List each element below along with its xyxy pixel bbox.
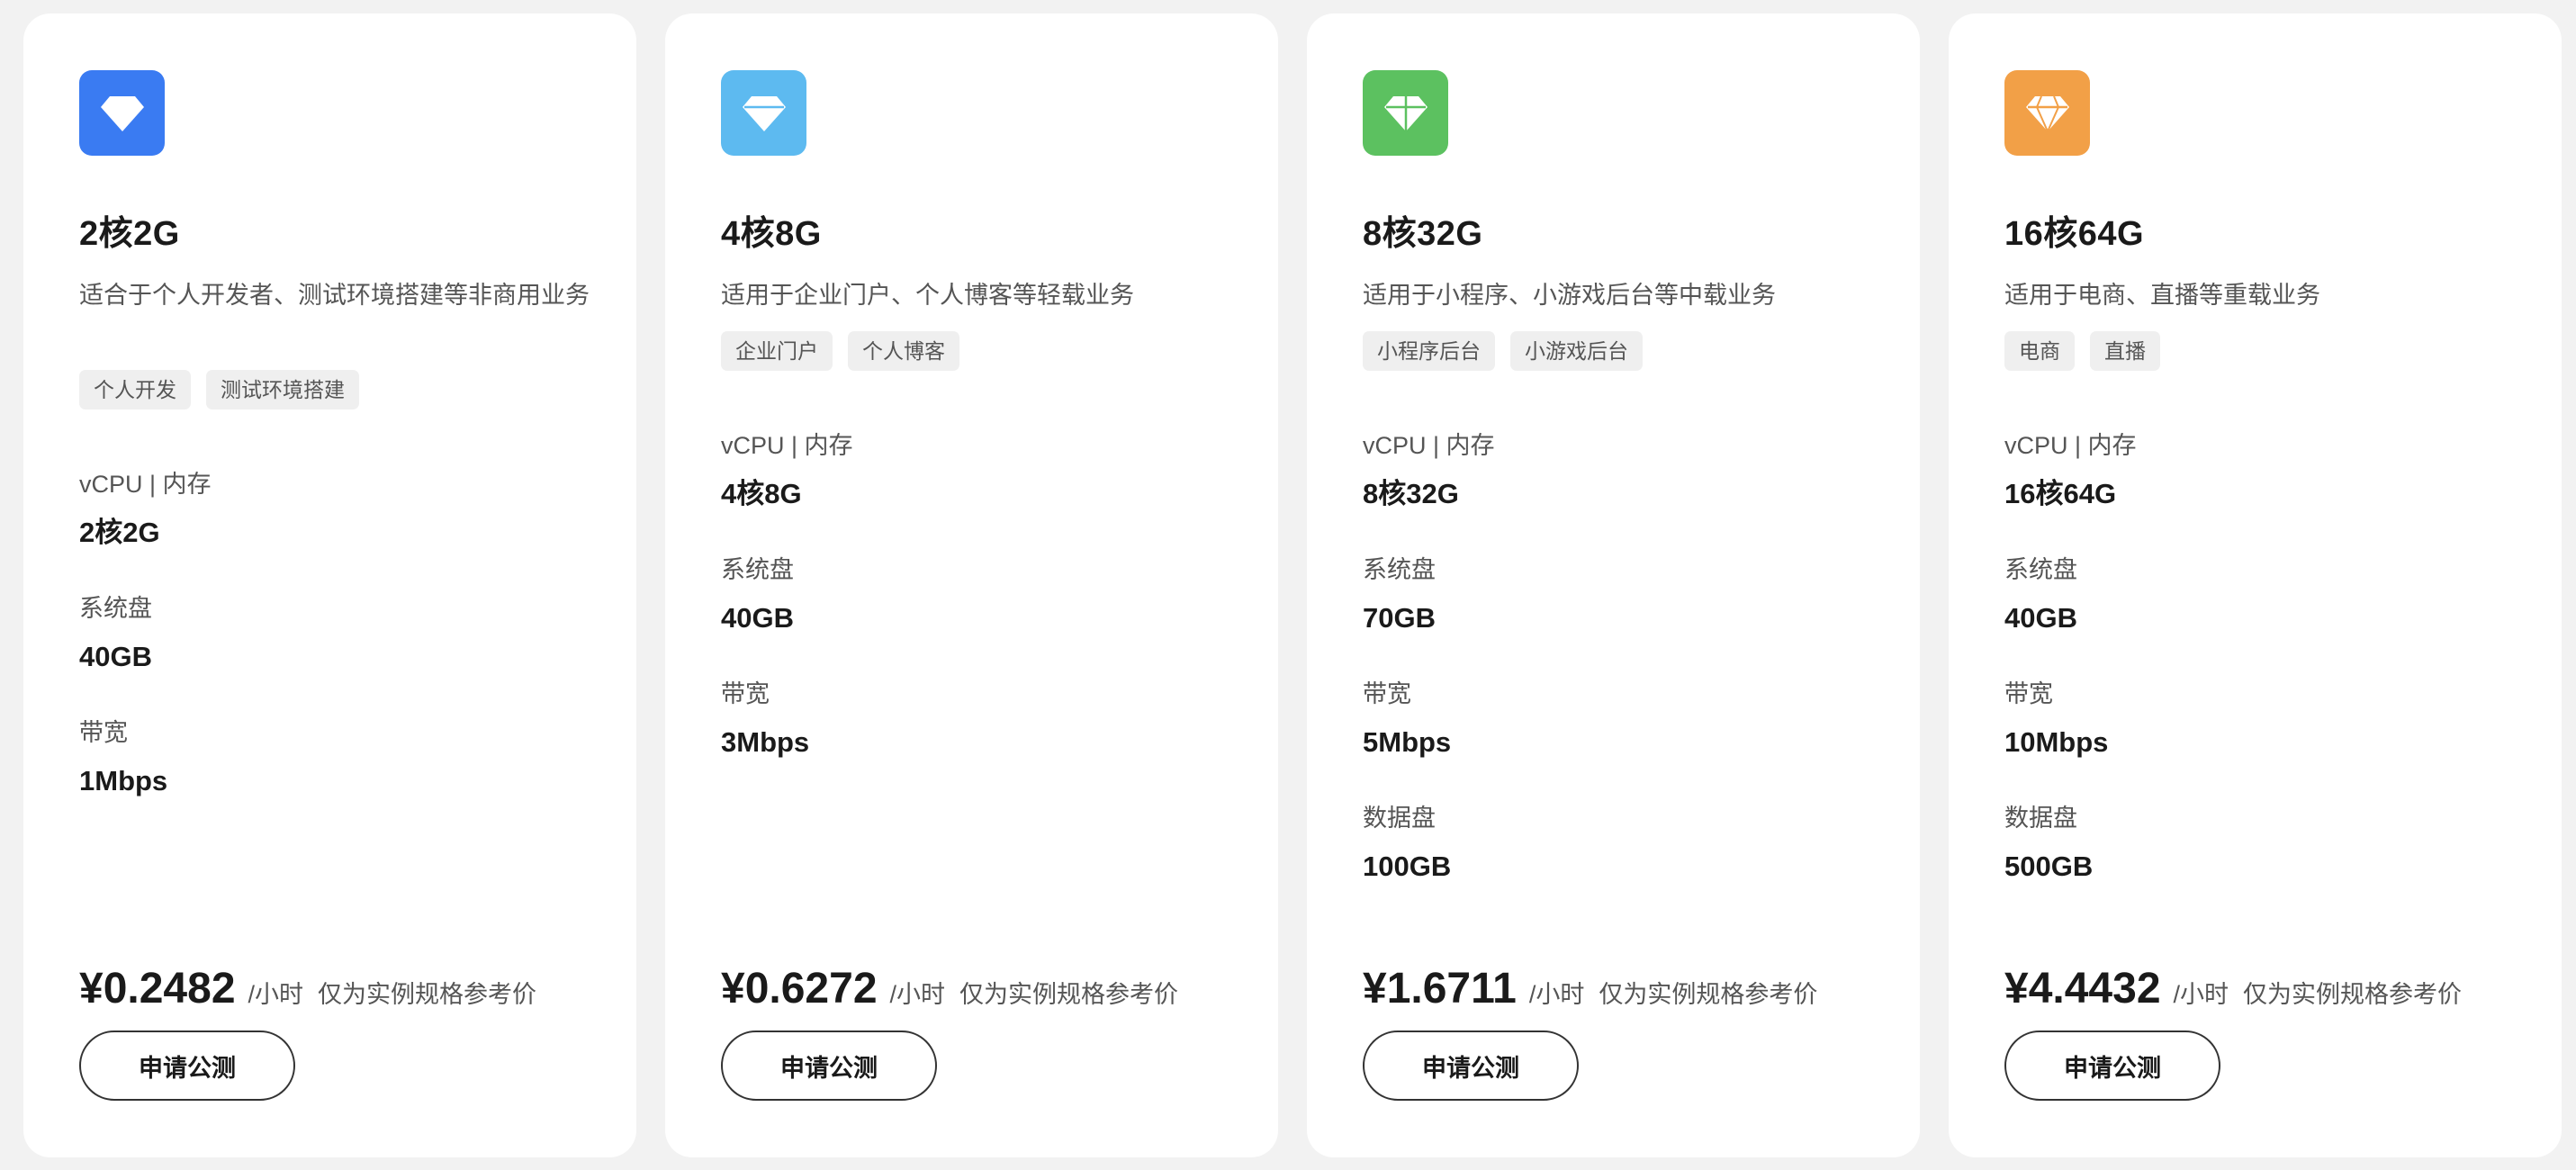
diamond-icon xyxy=(79,70,165,156)
plan-specs: vCPU | 内存 4核8G 系统盘 40GB 带宽 3Mbps xyxy=(721,428,1225,801)
spec-system-disk: 系统盘 40GB xyxy=(721,553,1225,677)
plan-description: 适合于个人开发者、测试环境搭建等非商用业务 xyxy=(79,282,590,309)
spec-vcpu-memory: vCPU | 内存 8核32G xyxy=(1363,428,1867,553)
price: ¥1.6711 xyxy=(1363,965,1517,1012)
price-note: 仅为实例规格参考价 xyxy=(2243,981,2463,1008)
plan-description: 适用于小程序、小游戏后台等中载业务 xyxy=(1363,282,1776,309)
spec-bandwidth: 带宽 3Mbps xyxy=(721,677,1225,801)
spec-label: 系统盘 xyxy=(2004,556,2077,583)
spec-data-disk: 数据盘 500GB xyxy=(2004,801,2508,925)
spec-value: 16核64G xyxy=(2004,478,2117,509)
spec-value: 70GB xyxy=(1363,602,1436,634)
spec-value: 40GB xyxy=(79,641,152,672)
diamond-icon-glyph xyxy=(1383,95,1428,131)
price-unit: /小时 xyxy=(889,981,946,1008)
price-row: ¥4.4432 /小时 仅为实例规格参考价 xyxy=(2004,962,2462,1016)
price-unit: /小时 xyxy=(2173,981,2229,1008)
apply-beta-button[interactable]: 申请公测 xyxy=(721,1030,937,1101)
diamond-icon-glyph xyxy=(100,95,144,131)
price-unit: /小时 xyxy=(248,981,304,1008)
price-note: 仅为实例规格参考价 xyxy=(1599,981,1818,1008)
spec-system-disk: 系统盘 40GB xyxy=(79,591,583,716)
spec-value: 3Mbps xyxy=(721,726,810,758)
plan-specs: vCPU | 内存 16核64G 系统盘 40GB 带宽 10Mbps 数据盘 … xyxy=(2004,428,2508,925)
plan-cards: 2核2G 适合于个人开发者、测试环境搭建等非商用业务 个人开发 测试环境搭建 v… xyxy=(0,0,2576,1170)
plan-tags: 个人开发 测试环境搭建 xyxy=(79,370,359,410)
price-unit: /小时 xyxy=(1528,981,1585,1008)
diamond-icon xyxy=(1363,70,1448,156)
price-row: ¥1.6711 /小时 仅为实例规格参考价 xyxy=(1363,962,1817,1016)
plan-name: 8核32G xyxy=(1363,215,1483,253)
spec-label: 数据盘 xyxy=(1363,805,1436,832)
spec-value: 8核32G xyxy=(1363,478,1459,509)
spec-value: 10Mbps xyxy=(2004,726,2109,758)
spec-value: 40GB xyxy=(721,602,794,634)
plan-tags: 企业门户 个人博客 xyxy=(721,331,959,371)
apply-beta-button[interactable]: 申请公测 xyxy=(1363,1030,1579,1101)
diamond-icon-glyph xyxy=(2025,95,2069,131)
tag: 小程序后台 xyxy=(1363,331,1495,371)
spec-label: vCPU | 内存 xyxy=(79,471,212,498)
spec-label: 系统盘 xyxy=(1363,556,1436,583)
spec-value: 1Mbps xyxy=(79,765,168,796)
plan-specs: vCPU | 内存 8核32G 系统盘 70GB 带宽 5Mbps 数据盘 10… xyxy=(1363,428,1867,925)
price-note: 仅为实例规格参考价 xyxy=(318,981,537,1008)
spec-data-disk: 数据盘 100GB xyxy=(1363,801,1867,925)
diamond-icon xyxy=(721,70,806,156)
spec-label: 数据盘 xyxy=(2004,805,2077,832)
spec-label: 系统盘 xyxy=(721,556,794,583)
spec-value: 100GB xyxy=(1363,850,1452,882)
spec-value: 4核8G xyxy=(721,478,802,509)
apply-beta-button[interactable]: 申请公测 xyxy=(79,1030,295,1101)
tag: 电商 xyxy=(2004,331,2075,371)
price: ¥4.4432 xyxy=(2004,965,2161,1012)
price: ¥0.6272 xyxy=(721,965,878,1012)
plan-name: 4核8G xyxy=(721,215,822,253)
spec-label: 系统盘 xyxy=(79,595,152,622)
tag: 企业门户 xyxy=(721,331,833,371)
tag: 测试环境搭建 xyxy=(206,370,359,410)
plan-specs: vCPU | 内存 2核2G 系统盘 40GB 带宽 1Mbps xyxy=(79,467,583,840)
plan-card-16c64g: 16核64G 适用于电商、直播等重载业务 电商 直播 vCPU | 内存 16核… xyxy=(1949,14,2562,1157)
spec-label: vCPU | 内存 xyxy=(2004,432,2137,459)
spec-label: vCPU | 内存 xyxy=(1363,432,1495,459)
spec-vcpu-memory: vCPU | 内存 2核2G xyxy=(79,467,583,591)
spec-system-disk: 系统盘 70GB xyxy=(1363,553,1867,677)
spec-vcpu-memory: vCPU | 内存 16核64G xyxy=(2004,428,2508,553)
plan-description: 适用于电商、直播等重载业务 xyxy=(2004,282,2320,309)
price: ¥0.2482 xyxy=(79,965,236,1012)
plan-tags: 小程序后台 小游戏后台 xyxy=(1363,331,1643,371)
diamond-icon xyxy=(2004,70,2090,156)
plan-tags: 电商 直播 xyxy=(2004,331,2160,371)
tag: 直播 xyxy=(2090,331,2160,371)
plan-name: 2核2G xyxy=(79,215,180,253)
spec-label: 带宽 xyxy=(2004,680,2053,707)
tag: 个人博客 xyxy=(848,331,959,371)
spec-bandwidth: 带宽 1Mbps xyxy=(79,716,583,840)
spec-label: 带宽 xyxy=(1363,680,1411,707)
spec-vcpu-memory: vCPU | 内存 4核8G xyxy=(721,428,1225,553)
tag: 个人开发 xyxy=(79,370,191,410)
plan-card-2c2g: 2核2G 适合于个人开发者、测试环境搭建等非商用业务 个人开发 测试环境搭建 v… xyxy=(23,14,636,1157)
tag: 小游戏后台 xyxy=(1510,331,1643,371)
plan-card-8c32g: 8核32G 适用于小程序、小游戏后台等中载业务 小程序后台 小游戏后台 vCPU… xyxy=(1307,14,1920,1157)
price-row: ¥0.2482 /小时 仅为实例规格参考价 xyxy=(79,962,536,1016)
spec-value: 5Mbps xyxy=(1363,726,1452,758)
spec-label: vCPU | 内存 xyxy=(721,432,853,459)
plan-name: 16核64G xyxy=(2004,215,2145,253)
spec-value: 500GB xyxy=(2004,850,2094,882)
price-note: 仅为实例规格参考价 xyxy=(959,981,1179,1008)
spec-value: 40GB xyxy=(2004,602,2077,634)
spec-bandwidth: 带宽 10Mbps xyxy=(2004,677,2508,801)
spec-value: 2核2G xyxy=(79,517,160,548)
apply-beta-button[interactable]: 申请公测 xyxy=(2004,1030,2220,1101)
spec-system-disk: 系统盘 40GB xyxy=(2004,553,2508,677)
spec-bandwidth: 带宽 5Mbps xyxy=(1363,677,1867,801)
spec-label: 带宽 xyxy=(79,719,128,746)
diamond-icon-glyph xyxy=(742,95,786,131)
plan-card-4c8g: 4核8G 适用于企业门户、个人博客等轻载业务 企业门户 个人博客 vCPU | … xyxy=(665,14,1278,1157)
price-row: ¥0.6272 /小时 仅为实例规格参考价 xyxy=(721,962,1178,1016)
plan-description: 适用于企业门户、个人博客等轻载业务 xyxy=(721,282,1134,309)
spec-label: 带宽 xyxy=(721,680,770,707)
